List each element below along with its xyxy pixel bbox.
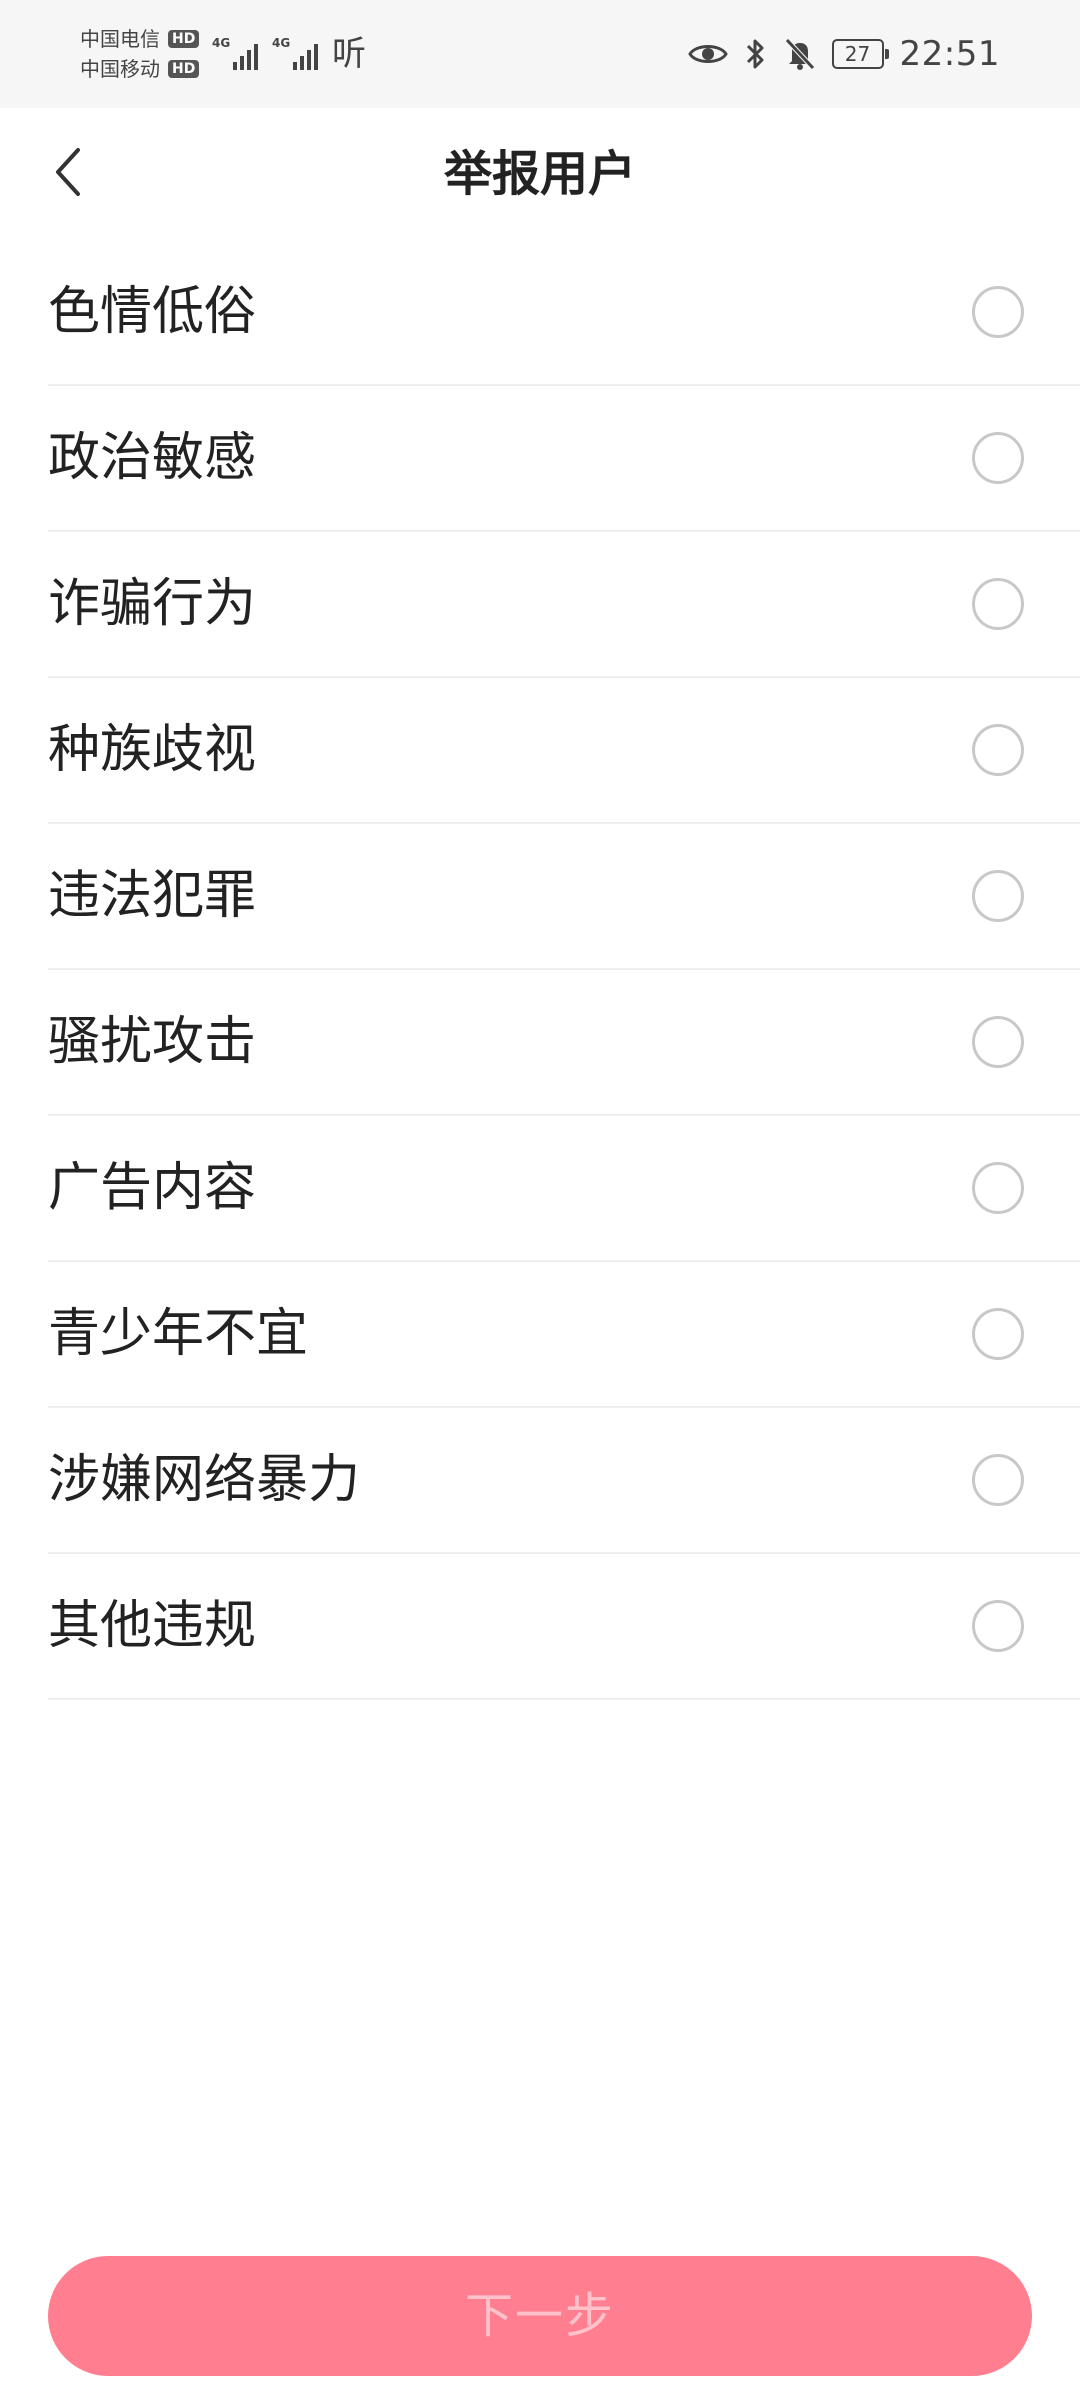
report-option[interactable]: 种族歧视 bbox=[48, 678, 1080, 824]
hd-badge: HD bbox=[168, 60, 200, 78]
option-label: 种族歧视 bbox=[48, 720, 257, 780]
radio-button[interactable] bbox=[972, 870, 1024, 922]
report-option[interactable]: 青少年不宜 bbox=[48, 1262, 1080, 1408]
signal-icon: 4G bbox=[272, 34, 318, 74]
clock: 22:51 bbox=[899, 34, 1000, 74]
radio-button[interactable] bbox=[972, 432, 1024, 484]
page-title: 举报用户 bbox=[443, 146, 636, 202]
carrier-2: 中国移动 bbox=[80, 57, 160, 81]
radio-button[interactable] bbox=[972, 286, 1024, 338]
radio-button[interactable] bbox=[972, 1016, 1024, 1068]
nav-bar: 举报用户 bbox=[0, 108, 1080, 240]
hd-badge: HD bbox=[168, 30, 200, 48]
carrier-info: 中国电信 HD 中国移动 HD bbox=[80, 24, 210, 84]
report-option[interactable]: 违法犯罪 bbox=[48, 824, 1080, 970]
bell-muted-icon bbox=[784, 37, 816, 71]
report-option[interactable]: 涉嫌网络暴力 bbox=[48, 1408, 1080, 1554]
option-label: 广告内容 bbox=[48, 1158, 257, 1218]
radio-button[interactable] bbox=[972, 724, 1024, 776]
option-label: 骚扰攻击 bbox=[48, 1012, 257, 1072]
eye-icon bbox=[687, 40, 728, 68]
carrier-1: 中国电信 bbox=[80, 27, 160, 51]
signal-tag: 4G bbox=[272, 36, 291, 50]
radio-button[interactable] bbox=[972, 578, 1024, 630]
bluetooth-icon bbox=[744, 37, 768, 71]
option-label: 违法犯罪 bbox=[48, 866, 257, 926]
radio-button[interactable] bbox=[972, 1308, 1024, 1360]
report-option[interactable]: 诈骗行为 bbox=[48, 532, 1080, 678]
option-label: 诈骗行为 bbox=[48, 574, 257, 634]
signal-indicators: 4G 4G 听 bbox=[212, 32, 366, 74]
report-option[interactable]: 色情低俗 bbox=[48, 240, 1080, 386]
report-option[interactable]: 骚扰攻击 bbox=[48, 970, 1080, 1116]
signal-tag: 4G bbox=[212, 36, 231, 50]
report-option[interactable]: 其他违规 bbox=[48, 1554, 1080, 1700]
option-label: 政治敏感 bbox=[48, 428, 257, 488]
status-icons: 27 22:51 bbox=[687, 26, 1000, 82]
radio-button[interactable] bbox=[972, 1162, 1024, 1214]
option-label: 涉嫌网络暴力 bbox=[48, 1450, 361, 1510]
battery-icon: 27 bbox=[831, 39, 889, 69]
network-label: 听 bbox=[332, 34, 366, 74]
report-option[interactable]: 广告内容 bbox=[48, 1116, 1080, 1262]
status-bar: 中国电信 HD 中国移动 HD 4G 4G 听 27 22:51 bbox=[0, 0, 1080, 108]
radio-button[interactable] bbox=[972, 1600, 1024, 1652]
next-step-button[interactable]: 下一步 bbox=[48, 2256, 1032, 2376]
report-option[interactable]: 政治敏感 bbox=[48, 386, 1080, 532]
radio-button[interactable] bbox=[972, 1454, 1024, 1506]
option-label: 色情低俗 bbox=[48, 282, 257, 342]
signal-icon: 4G bbox=[212, 34, 258, 74]
option-label: 其他违规 bbox=[48, 1596, 257, 1656]
report-reason-list: 色情低俗 政治敏感 诈骗行为 种族歧视 违法犯罪 骚扰攻击 广告内容 青少年不宜… bbox=[48, 240, 1080, 1700]
option-label: 青少年不宜 bbox=[48, 1304, 309, 1364]
